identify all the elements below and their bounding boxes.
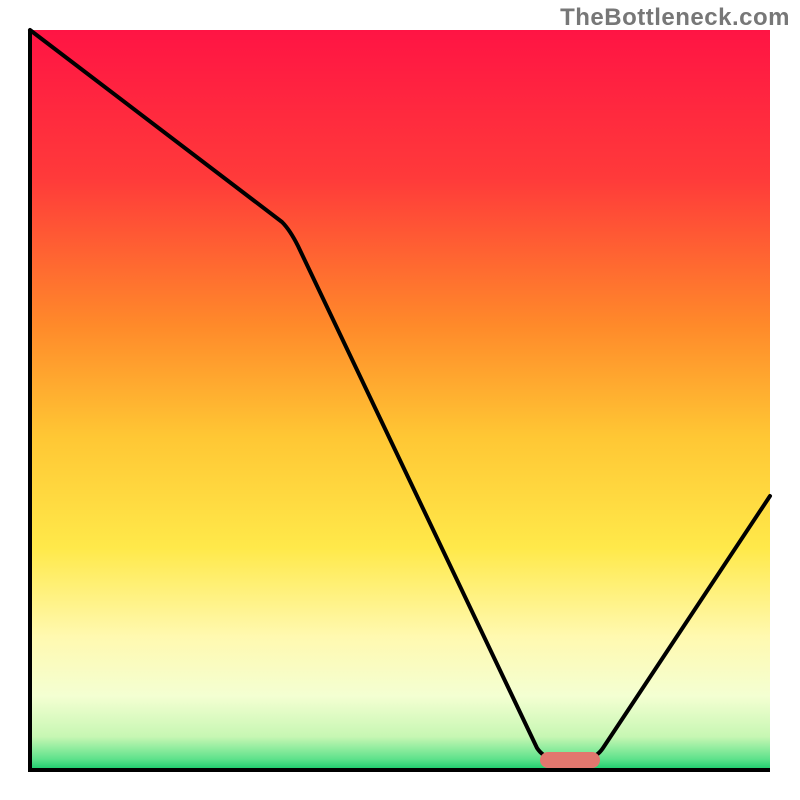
chart-svg <box>0 0 800 800</box>
chart-stage: TheBottleneck.com <box>0 0 800 800</box>
watermark-text: TheBottleneck.com <box>560 4 790 32</box>
plot-background <box>30 30 770 770</box>
optimal-marker <box>540 752 600 768</box>
